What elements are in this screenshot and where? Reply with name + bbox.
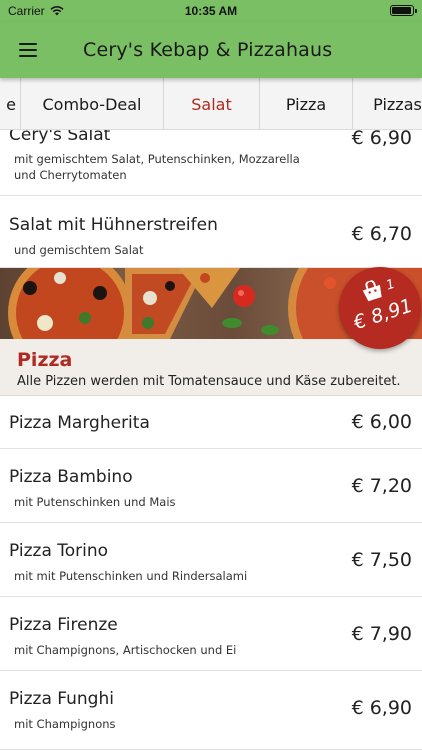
item-price: € 7,20 <box>351 475 412 497</box>
menu-item-salat-huhn[interactable]: Salat mit Hühnerstreifen und gemischtem … <box>0 196 422 268</box>
menu-button[interactable] <box>0 22 56 78</box>
item-name: Pizza Torino <box>9 541 109 561</box>
item-name: Pizza Firenze <box>9 615 118 635</box>
tab-pizza[interactable]: Pizza <box>259 78 352 129</box>
cart-button[interactable]: 1 € 8,91 <box>339 267 421 349</box>
item-name: Cery's Salat <box>9 130 111 145</box>
tab-salat[interactable]: Salat <box>163 78 259 129</box>
category-tabs: e Combo-Deal Salat Pizza Pizzas <box>0 78 422 130</box>
item-price: € 6,00 <box>351 411 412 433</box>
item-description: mit gemischtem Salat, Putenschinken, Moz… <box>14 152 300 182</box>
status-time: 10:35 AM <box>184 4 238 18</box>
item-description: mit Putenschinken und Mais <box>14 495 176 509</box>
shopping-bag-icon <box>362 279 382 302</box>
item-price: € 6,70 <box>351 223 412 245</box>
section-title: Pizza <box>17 349 73 371</box>
app-bar: Cery's Kebap & Pizzahaus <box>0 22 422 78</box>
item-price: € 6,90 <box>351 130 412 149</box>
item-description: und gemischtem Salat <box>14 243 144 257</box>
tab-partial-left[interactable]: e <box>0 78 20 129</box>
section-description: Alle Pizzen werden mit Tomatensauce und … <box>17 374 401 389</box>
cart-count: 1 <box>384 276 397 294</box>
cart-total: € 8,91 <box>350 294 416 335</box>
item-description: mit mit Putenschinken und Rindersalami <box>14 569 248 583</box>
tab-combo-deal[interactable]: Combo-Deal <box>20 78 163 129</box>
menu-item-pizza-funghi[interactable]: Pizza Funghi mit Champignons € 6,90 <box>0 671 422 750</box>
menu-item-cerys-salat[interactable]: Cery's Salat mit gemischtem Salat, Puten… <box>0 130 422 196</box>
item-description: mit Champignons, Artischocken und Ei <box>14 643 237 657</box>
item-description: mit Champignons <box>14 717 116 731</box>
status-bar: Carrier 10:35 AM <box>0 0 422 22</box>
item-name: Pizza Funghi <box>9 689 114 709</box>
menu-item-pizza-bambino[interactable]: Pizza Bambino mit Putenschinken und Mais… <box>0 449 422 523</box>
hamburger-menu-icon <box>19 43 37 57</box>
menu-item-pizza-margherita[interactable]: Pizza Margherita € 6,00 <box>0 396 422 449</box>
menu-list[interactable]: Cery's Salat mit gemischtem Salat, Puten… <box>0 130 422 750</box>
item-price: € 7,90 <box>351 623 412 645</box>
item-price: € 6,90 <box>351 697 412 719</box>
tab-pizzas[interactable]: Pizzas <box>352 78 422 129</box>
page-title: Cery's Kebap & Pizzahaus <box>83 39 333 61</box>
item-name: Pizza Margherita <box>9 413 150 433</box>
item-price: € 7,50 <box>351 549 412 571</box>
menu-item-pizza-firenze[interactable]: Pizza Firenze mit Champignons, Artischoc… <box>0 597 422 671</box>
battery-icon <box>390 5 417 16</box>
item-name: Pizza Bambino <box>9 467 133 487</box>
item-name: Salat mit Hühnerstreifen <box>9 215 218 235</box>
menu-item-pizza-torino[interactable]: Pizza Torino mit mit Putenschinken und R… <box>0 523 422 597</box>
